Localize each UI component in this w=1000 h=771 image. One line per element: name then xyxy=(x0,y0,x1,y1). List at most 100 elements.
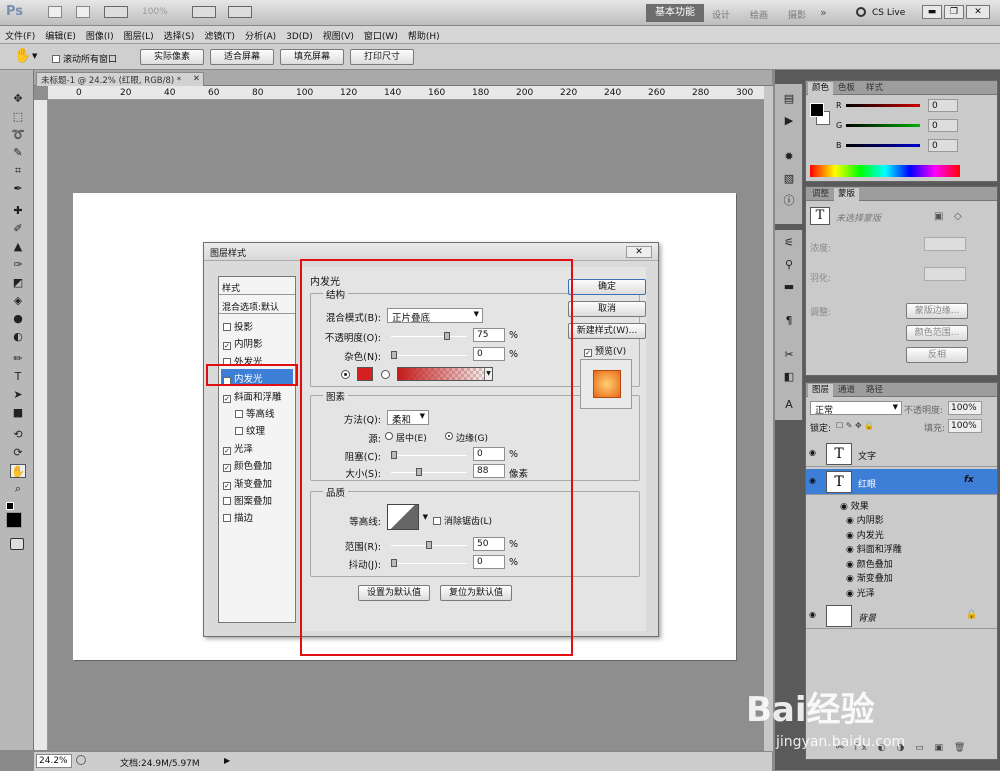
effect-item[interactable]: ◉ 颜色叠加 xyxy=(846,557,893,570)
foreground-color-swatch[interactable] xyxy=(6,512,22,528)
cslive-label[interactable]: CS Live xyxy=(872,8,905,18)
eye-icon[interactable]: ◉ xyxy=(846,560,857,570)
minimize-button[interactable]: ▬ xyxy=(922,5,942,19)
status-info-icon[interactable] xyxy=(76,755,86,765)
style-item[interactable]: 等高线 xyxy=(233,404,305,420)
new-style-button[interactable]: 新建样式(W)... xyxy=(568,323,646,339)
info-panel-icon[interactable]: ⓘ xyxy=(781,194,797,208)
move-tool-icon[interactable]: ✥ xyxy=(10,92,26,106)
brushes-panel-icon[interactable]: ⚟ xyxy=(781,236,797,250)
eye-icon[interactable]: ◉ xyxy=(809,477,819,485)
minibridge-icon[interactable] xyxy=(76,6,90,18)
channel-slider[interactable] xyxy=(846,124,920,127)
print-size-button[interactable]: 打印尺寸 xyxy=(350,49,414,65)
menu-filter[interactable]: 滤镜(T) xyxy=(199,26,240,42)
histogram-panel-icon[interactable]: ▧ xyxy=(781,172,797,186)
style-checkbox[interactable]: ✓ xyxy=(223,446,231,455)
character-panel-icon[interactable]: A xyxy=(781,398,797,412)
invert-button[interactable]: 反相 xyxy=(906,347,968,363)
fit-screen-button[interactable]: 适合屏幕 xyxy=(210,49,274,65)
style-checkbox[interactable]: ✓ xyxy=(223,464,231,473)
channel-slider[interactable] xyxy=(846,144,920,147)
style-item[interactable]: ✓ 斜面和浮雕 xyxy=(221,387,293,403)
channel-input[interactable]: 0 xyxy=(928,99,958,112)
document-tab[interactable]: 未标题-1 @ 24.2% (红眼, RGB/8) * ✕ xyxy=(36,72,204,86)
effect-item[interactable]: ◉ 内发光 xyxy=(846,528,884,541)
adjust-panel-icon[interactable]: ✹ xyxy=(781,150,797,164)
gradient-tool-icon[interactable]: ◈ xyxy=(10,294,26,308)
tab-color[interactable]: 颜色 xyxy=(808,82,834,95)
3d-panel-icon[interactable]: ✂ xyxy=(781,348,797,362)
color-ramp[interactable] xyxy=(810,165,960,177)
arrange-icon[interactable] xyxy=(192,6,216,18)
shape-tool-icon[interactable]: ■ xyxy=(10,406,26,420)
color-range-button[interactable]: 颜色范围... xyxy=(906,325,968,341)
clone-stamp-tool-icon[interactable]: ▲ xyxy=(10,240,26,254)
blur-tool-icon[interactable]: ● xyxy=(10,312,26,326)
feather-input[interactable] xyxy=(924,267,966,281)
eye-icon[interactable]: ◉ xyxy=(846,574,857,584)
paragraph-panel-icon[interactable]: ¶ xyxy=(781,314,797,328)
status-zoom[interactable]: 24.2% xyxy=(36,754,72,768)
style-item[interactable]: ✓ 渐变叠加 xyxy=(221,474,293,490)
style-checkbox[interactable] xyxy=(235,410,243,418)
menu-3d[interactable]: 3D(D) xyxy=(281,29,318,42)
style-checkbox[interactable] xyxy=(223,323,231,331)
menu-help[interactable]: 帮助(H) xyxy=(403,26,445,42)
actions-panel-icon[interactable]: ▶ xyxy=(781,114,797,128)
menu-select[interactable]: 选择(S) xyxy=(159,26,200,42)
type-tool-icon[interactable]: T xyxy=(10,370,26,384)
tab-paths[interactable]: 路径 xyxy=(862,384,887,397)
ok-button[interactable]: 确定 xyxy=(568,279,646,295)
fx-icon[interactable]: fx xyxy=(964,475,974,485)
style-item[interactable]: 纹理 xyxy=(233,421,305,437)
history-brush-tool-icon[interactable]: ✑ xyxy=(10,258,26,272)
menu-edit[interactable]: 编辑(E) xyxy=(40,26,81,42)
fg-color-swatch[interactable] xyxy=(810,103,824,117)
workspace-photography[interactable]: 摄影 xyxy=(788,8,806,21)
style-checkbox[interactable] xyxy=(223,497,231,505)
quick-select-tool-icon[interactable]: ✎ xyxy=(10,146,26,160)
style-checkbox[interactable]: ✓ xyxy=(223,394,231,403)
tab-swatches[interactable]: 色板 xyxy=(834,82,859,95)
path-selection-tool-icon[interactable]: ➤ xyxy=(10,388,26,402)
styles-header[interactable]: 样式 xyxy=(219,277,295,295)
zoom-level-top[interactable]: 100% xyxy=(142,7,168,17)
menu-analysis[interactable]: 分析(A) xyxy=(240,26,281,42)
menu-view[interactable]: 视图(V) xyxy=(318,26,359,42)
brush-tool-icon[interactable]: ✐ xyxy=(10,222,26,236)
clone-source-panel-icon[interactable]: ⚲ xyxy=(781,258,797,272)
layer-row[interactable]: ◉ T 文字 xyxy=(806,441,997,467)
more-workspaces-icon[interactable]: » xyxy=(820,6,827,19)
eye-icon[interactable]: ◉ xyxy=(846,531,857,541)
workspace-design[interactable]: 设计 xyxy=(712,8,730,21)
tab-adjustments[interactable]: 调整 xyxy=(808,188,833,201)
workspace-painting[interactable]: 绘画 xyxy=(750,8,768,21)
healing-tool-icon[interactable]: ✚ xyxy=(10,204,26,218)
style-checkbox[interactable] xyxy=(235,427,243,436)
style-item[interactable]: 投影 xyxy=(221,317,293,333)
menu-file[interactable]: 文件(F) xyxy=(0,26,40,42)
fill-input[interactable]: 100% xyxy=(948,419,982,433)
pixel-mask-icon[interactable]: ▣ xyxy=(934,211,943,222)
tab-close-icon[interactable]: ✕ xyxy=(193,74,200,84)
effect-item[interactable]: ◉ 内阴影 xyxy=(846,513,884,526)
pen-tool-icon[interactable]: ✏ xyxy=(10,352,26,366)
tab-styles[interactable]: 样式 xyxy=(862,82,887,95)
style-checkbox[interactable] xyxy=(223,514,231,523)
scroll-all-windows-checkbox[interactable]: 滚动所有窗口 xyxy=(52,52,117,65)
tool-presets-panel-icon[interactable]: ▬ xyxy=(781,280,797,294)
lock-icons[interactable]: ☐ ✎ ✥ 🔒 xyxy=(836,421,874,430)
mask-edge-button[interactable]: 蒙版边缘... xyxy=(906,303,968,319)
channel-input[interactable]: 0 xyxy=(928,139,958,152)
vector-mask-icon[interactable]: ◇ xyxy=(954,211,962,222)
crop-tool-icon[interactable]: ⌗ xyxy=(10,164,26,178)
status-arrow-icon[interactable]: ▶ xyxy=(224,756,230,765)
style-item[interactable]: 描边 xyxy=(221,508,293,524)
layer-blend-select[interactable]: 正常 ▼ xyxy=(810,401,902,416)
eye-icon[interactable]: ◉ xyxy=(846,589,857,599)
zoom-tool-icon[interactable]: ⌕ xyxy=(10,482,26,496)
actual-pixels-button[interactable]: 实际像素 xyxy=(140,49,204,65)
fill-screen-button[interactable]: 填充屏幕 xyxy=(280,49,344,65)
eye-icon[interactable]: ◉ xyxy=(809,611,819,619)
